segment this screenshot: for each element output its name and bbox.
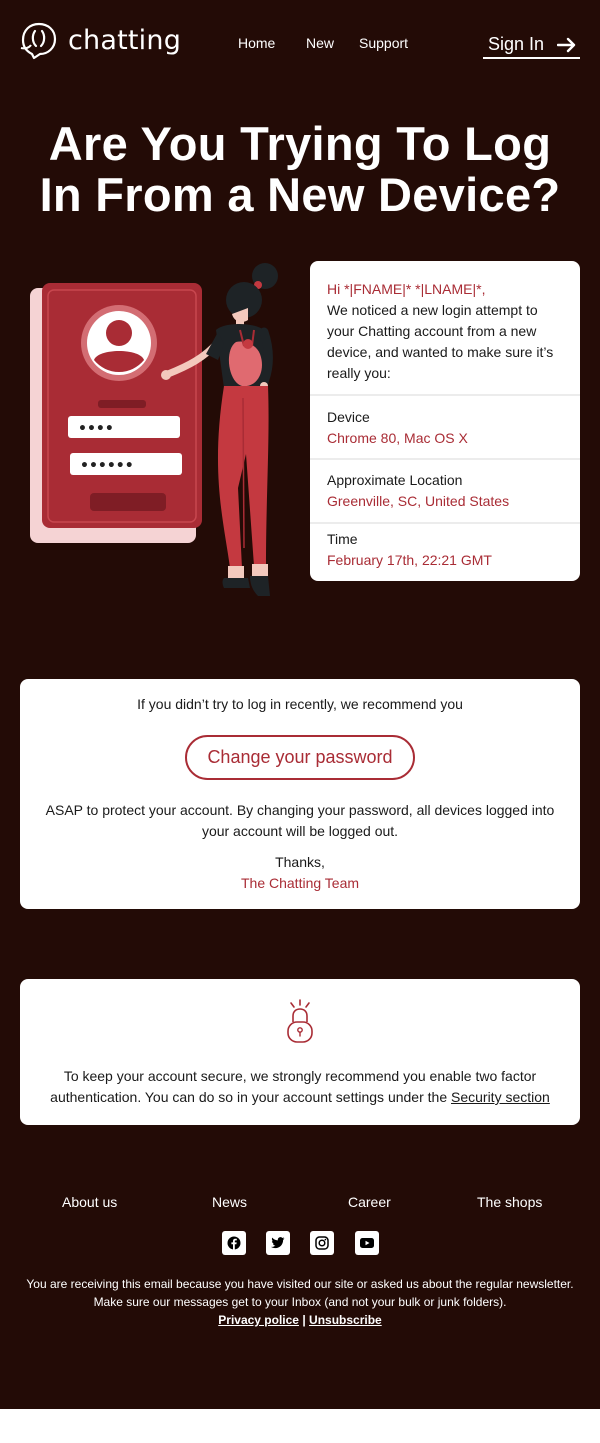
- team-signature: The Chatting Team: [240, 875, 360, 891]
- chat-bubble-logo-icon: [20, 22, 57, 60]
- chatting-logo[interactable]: chatting: [20, 20, 181, 60]
- location-label: Approximate Location: [327, 472, 463, 488]
- time-label: Time: [327, 531, 358, 547]
- password-mask-2: ••••••: [80, 458, 134, 474]
- time-row: Time February 17th, 22:21 GMT: [310, 522, 580, 581]
- footer-link-career[interactable]: Career: [348, 1194, 391, 1210]
- sign-in-label: Sign In: [488, 34, 545, 54]
- facebook-glyph-icon: [227, 1236, 241, 1250]
- nav-home[interactable]: Home: [238, 35, 275, 51]
- time-value: February 17th, 22:21 GMT: [327, 552, 492, 568]
- footer-notice-line-1: You are receiving this email because you…: [26, 1277, 574, 1291]
- device-row: Device Chrome 80, Mac OS X: [310, 394, 580, 458]
- password-mask-1: ••••: [78, 421, 114, 437]
- recommend-card: If you didn’t try to log in recently, we…: [20, 679, 580, 909]
- privacy-policy-link[interactable]: Privacy police: [218, 1313, 299, 1327]
- nav-support[interactable]: Support: [359, 35, 408, 51]
- security-card: To keep your account secure, we strongly…: [20, 979, 580, 1125]
- recommend-intro: If you didn’t try to log in recently, we…: [137, 696, 463, 712]
- logo-text: chatting: [68, 24, 182, 56]
- nav-new[interactable]: New: [306, 35, 334, 51]
- location-value: Greenville, SC, United States: [327, 493, 510, 509]
- arrow-right-icon: [557, 37, 576, 53]
- device-value: Chrome 80, Mac OS X: [327, 430, 468, 446]
- footer-legal-links: Privacy police | Unsubscribe: [0, 1311, 600, 1329]
- page-title: Are You Trying To Log In From a New Devi…: [0, 118, 600, 220]
- change-password-button[interactable]: Change your password: [185, 735, 415, 780]
- instagram-icon[interactable]: [310, 1231, 334, 1255]
- unsubscribe-link[interactable]: Unsubscribe: [309, 1313, 382, 1327]
- sign-in-button[interactable]: Sign In: [483, 32, 580, 59]
- security-text-block: To keep your account secure, we strongly…: [40, 1066, 560, 1108]
- footer-notice-line-2: Make sure our messages get to your Inbox…: [93, 1295, 507, 1309]
- footer-link-about[interactable]: About us: [62, 1194, 117, 1210]
- footer-link-news[interactable]: News: [212, 1194, 247, 1210]
- youtube-glyph-icon: [360, 1238, 374, 1248]
- login-info-card: Hi *|FNAME|* *|LNAME|*, We noticed a new…: [310, 261, 580, 581]
- instagram-glyph-icon: [315, 1236, 329, 1250]
- location-row: Approximate Location Greenville, SC, Uni…: [310, 458, 580, 522]
- title-line-1: Are You Trying To Log: [48, 117, 552, 170]
- login-phone-illustration: •••• ••••••: [30, 263, 278, 596]
- recommend-body: ASAP to protect your account. By changin…: [45, 802, 555, 839]
- title-line-2: In From a New Device?: [39, 168, 561, 221]
- facebook-icon[interactable]: [222, 1231, 246, 1255]
- greeting-block: Hi *|FNAME|* *|LNAME|*, We noticed a new…: [310, 261, 580, 394]
- footer-separator: |: [302, 1313, 306, 1327]
- youtube-icon[interactable]: [355, 1231, 379, 1255]
- footer-link-shops[interactable]: The shops: [477, 1194, 542, 1210]
- footer-notice: You are receiving this email because you…: [10, 1275, 590, 1311]
- device-label: Device: [327, 409, 370, 425]
- twitter-glyph-icon: [271, 1237, 285, 1249]
- email-page: chatting Home New Support Sign In Are Yo…: [0, 0, 600, 1409]
- security-section-link[interactable]: Security section: [451, 1089, 550, 1105]
- twitter-icon[interactable]: [266, 1231, 290, 1255]
- greeting-message: We noticed a new login attempt to your C…: [327, 302, 554, 381]
- lock-icon: [287, 999, 313, 1043]
- greeting-name: Hi *|FNAME|* *|LNAME|*,: [327, 281, 486, 297]
- thanks-text: Thanks,: [275, 854, 325, 870]
